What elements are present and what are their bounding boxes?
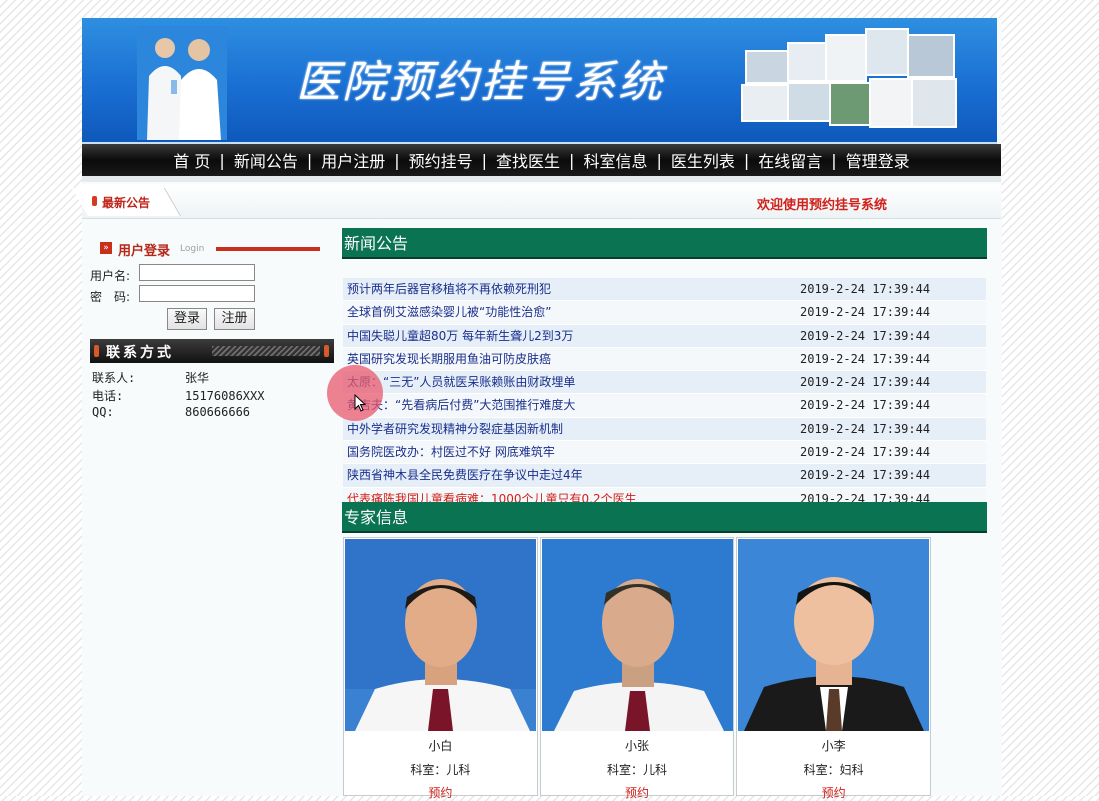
news-section-title: 新闻公告 bbox=[342, 228, 987, 259]
news-date: 2019-2-24 17:39:44 bbox=[800, 375, 931, 390]
news-date: 2019-2-24 17:39:44 bbox=[800, 305, 931, 320]
experts-grid: 小白 科室：儿科 预约 小张 科室：儿科 预约 小李 科室：妇科 预约 bbox=[343, 537, 933, 800]
expert-card: 小李 科室：妇科 预约 bbox=[736, 537, 932, 800]
news-item[interactable]: 中国失聪儿童超80万 每年新生聋儿2到3万 2019-2-24 17:39:44 bbox=[343, 324, 986, 348]
news-item[interactable]: 全球首例艾滋感染婴儿被“功能性治愈” 2019-2-24 17:39:44 bbox=[343, 301, 986, 325]
header-bullet-icon bbox=[324, 345, 329, 357]
nav-news[interactable]: 新闻公告 bbox=[225, 148, 307, 172]
doctors-photo bbox=[137, 26, 227, 140]
news-date: 2019-2-24 17:39:44 bbox=[800, 445, 931, 460]
contact-value: 860666666 bbox=[185, 405, 251, 419]
news-date: 2019-2-24 17:39:44 bbox=[800, 282, 931, 296]
experts-section-title: 专家信息 bbox=[342, 502, 987, 533]
arrow-icon: » bbox=[100, 242, 112, 254]
news-date: 2019-2-24 17:39:44 bbox=[800, 421, 931, 436]
news-title[interactable]: 陕西省神木县全民免费医疗在争议中走过4年 bbox=[347, 464, 583, 486]
contact-key: 电话: bbox=[92, 389, 124, 403]
contact-row: 联系人: 张华 bbox=[92, 369, 209, 386]
password-row: 密 码: bbox=[90, 285, 255, 305]
news-item[interactable]: 太原：“三无”人员就医呆账赖账由财政埋单 2019-2-24 17:39:44 bbox=[343, 371, 986, 395]
news-item[interactable]: 国务院医改办：村医过不好 网底难筑牢 2019-2-24 17:39:44 bbox=[343, 441, 986, 465]
news-title[interactable]: 中外学者研究发现精神分裂症基因新机制 bbox=[347, 418, 563, 440]
doctor-portrait-icon bbox=[541, 539, 733, 731]
nav-home[interactable]: 首 页 bbox=[164, 148, 219, 172]
nav-register[interactable]: 用户注册 bbox=[312, 148, 394, 172]
news-item[interactable]: 黄吉夫：“先看病后付费”大范围推行难度大 2019-2-24 17:39:44 bbox=[343, 394, 986, 418]
login-title: 用户登录 bbox=[118, 244, 171, 259]
doctor-portrait-icon bbox=[345, 539, 536, 731]
expert-name: 小白 bbox=[428, 739, 453, 753]
news-item[interactable]: 陕西省神木县全民免费医疗在争议中走过4年 2019-2-24 17:39:44 bbox=[343, 464, 986, 488]
contact-header: 联系方式 bbox=[90, 339, 334, 363]
site-title: 医院预约挂号系统 bbox=[296, 57, 664, 108]
main-nav: 首 页 | 新闻公告 | 用户注册 | 预约挂号 | 查找医生 | 科室信息 | 医生列表 |… bbox=[82, 144, 1001, 176]
nav-message[interactable]: 在线留言 bbox=[749, 148, 831, 172]
contact-row: QQ: 860666666 bbox=[92, 405, 250, 419]
photo-collage bbox=[737, 24, 957, 136]
contact-row: 电话: 15176086XXX bbox=[92, 387, 264, 404]
notice-label: 最新公告 bbox=[102, 196, 151, 210]
news-item[interactable]: 英国研究发现长期服用鱼油可防皮肤癌 2019-2-24 17:39:44 bbox=[343, 347, 986, 372]
contact-value: 15176086XXX bbox=[185, 389, 265, 403]
contact-title: 联系方式 bbox=[106, 345, 174, 361]
header-hatch bbox=[212, 346, 320, 356]
username-row: 用户名: bbox=[90, 264, 255, 284]
expert-department: 科室：儿科 bbox=[607, 763, 668, 777]
contact-key: QQ: bbox=[92, 405, 114, 419]
nav-shadow bbox=[82, 176, 1001, 182]
book-link[interactable]: 预约 bbox=[541, 784, 734, 801]
notice-bullet-icon bbox=[92, 196, 97, 206]
news-date: 2019-2-24 17:39:44 bbox=[800, 328, 931, 343]
nav-doctor-list[interactable]: 医生列表 bbox=[662, 148, 744, 172]
expert-card: 小白 科室：儿科 预约 bbox=[343, 537, 538, 800]
news-title[interactable]: 英国研究发现长期服用鱼油可防皮肤癌 bbox=[347, 348, 551, 370]
news-date: 2019-2-24 17:39:44 bbox=[800, 351, 931, 366]
username-input[interactable] bbox=[139, 264, 255, 281]
doctor-portrait-icon bbox=[738, 539, 930, 731]
nav-departments[interactable]: 科室信息 bbox=[574, 148, 656, 172]
book-link[interactable]: 预约 bbox=[344, 784, 537, 801]
expert-department: 科室：妇科 bbox=[803, 763, 864, 777]
news-item[interactable]: 预计两年后器官移植将不再依赖死刑犯 2019-2-24 17:39:44 bbox=[343, 278, 986, 302]
nav-admin-login[interactable]: 管理登录 bbox=[837, 148, 919, 172]
expert-card: 小张 科室：儿科 预约 bbox=[539, 537, 735, 800]
password-input[interactable] bbox=[139, 285, 255, 302]
header-banner: 医院预约挂号系统 bbox=[82, 18, 997, 145]
login-header: » 用户登录 Login bbox=[90, 238, 322, 260]
expert-name: 小张 bbox=[625, 739, 650, 753]
news-title[interactable]: 国务院医改办：村医过不好 网底难筑牢 bbox=[347, 441, 555, 463]
password-label: 密 码: bbox=[90, 290, 131, 304]
login-subtitle: Login bbox=[180, 244, 205, 254]
welcome-message: 欢迎使用预约挂号系统 bbox=[757, 198, 888, 213]
news-title[interactable]: 太原：“三无”人员就医呆账赖账由财政埋单 bbox=[347, 371, 575, 393]
expert-name: 小李 bbox=[821, 739, 846, 753]
news-title[interactable]: 黄吉夫：“先看病后付费”大范围推行难度大 bbox=[347, 394, 575, 416]
news-date: 2019-2-24 17:39:44 bbox=[800, 468, 931, 483]
nav-appointment[interactable]: 预约挂号 bbox=[400, 148, 482, 172]
news-list: 预计两年后器官移植将不再依赖死刑犯 2019-2-24 17:39:44 全球首例… bbox=[343, 278, 986, 511]
news-title[interactable]: 中国失聪儿童超80万 每年新生聋儿2到3万 bbox=[347, 325, 573, 347]
nav-find-doctor[interactable]: 查找医生 bbox=[487, 148, 569, 172]
page-container: 医院预约挂号系统 首 页 | 新闻公告 | 用户注册 | 预约挂号 | 查找医生 | 科室… bbox=[71, 18, 1002, 800]
news-date: 2019-2-24 17:39:44 bbox=[800, 398, 931, 413]
expert-department: 科室：儿科 bbox=[410, 763, 471, 777]
news-title[interactable]: 预计两年后器官移植将不再依赖死刑犯 bbox=[347, 278, 551, 300]
login-header-bar bbox=[216, 247, 320, 251]
news-title[interactable]: 全球首例艾滋感染婴儿被“功能性治愈” bbox=[347, 301, 551, 323]
username-label: 用户名: bbox=[90, 269, 131, 283]
header-bullet-icon bbox=[94, 345, 99, 357]
news-item[interactable]: 中外学者研究发现精神分裂症基因新机制 2019-2-24 17:39:44 bbox=[343, 417, 986, 442]
contact-value: 张华 bbox=[185, 371, 210, 385]
contact-key: 联系人: bbox=[92, 371, 136, 385]
login-button[interactable]: 登录 bbox=[167, 308, 207, 330]
notice-bar: 最新公告 欢迎使用预约挂号系统 bbox=[71, 184, 1001, 219]
register-button[interactable]: 注册 bbox=[214, 308, 255, 330]
book-link[interactable]: 预约 bbox=[737, 784, 930, 801]
